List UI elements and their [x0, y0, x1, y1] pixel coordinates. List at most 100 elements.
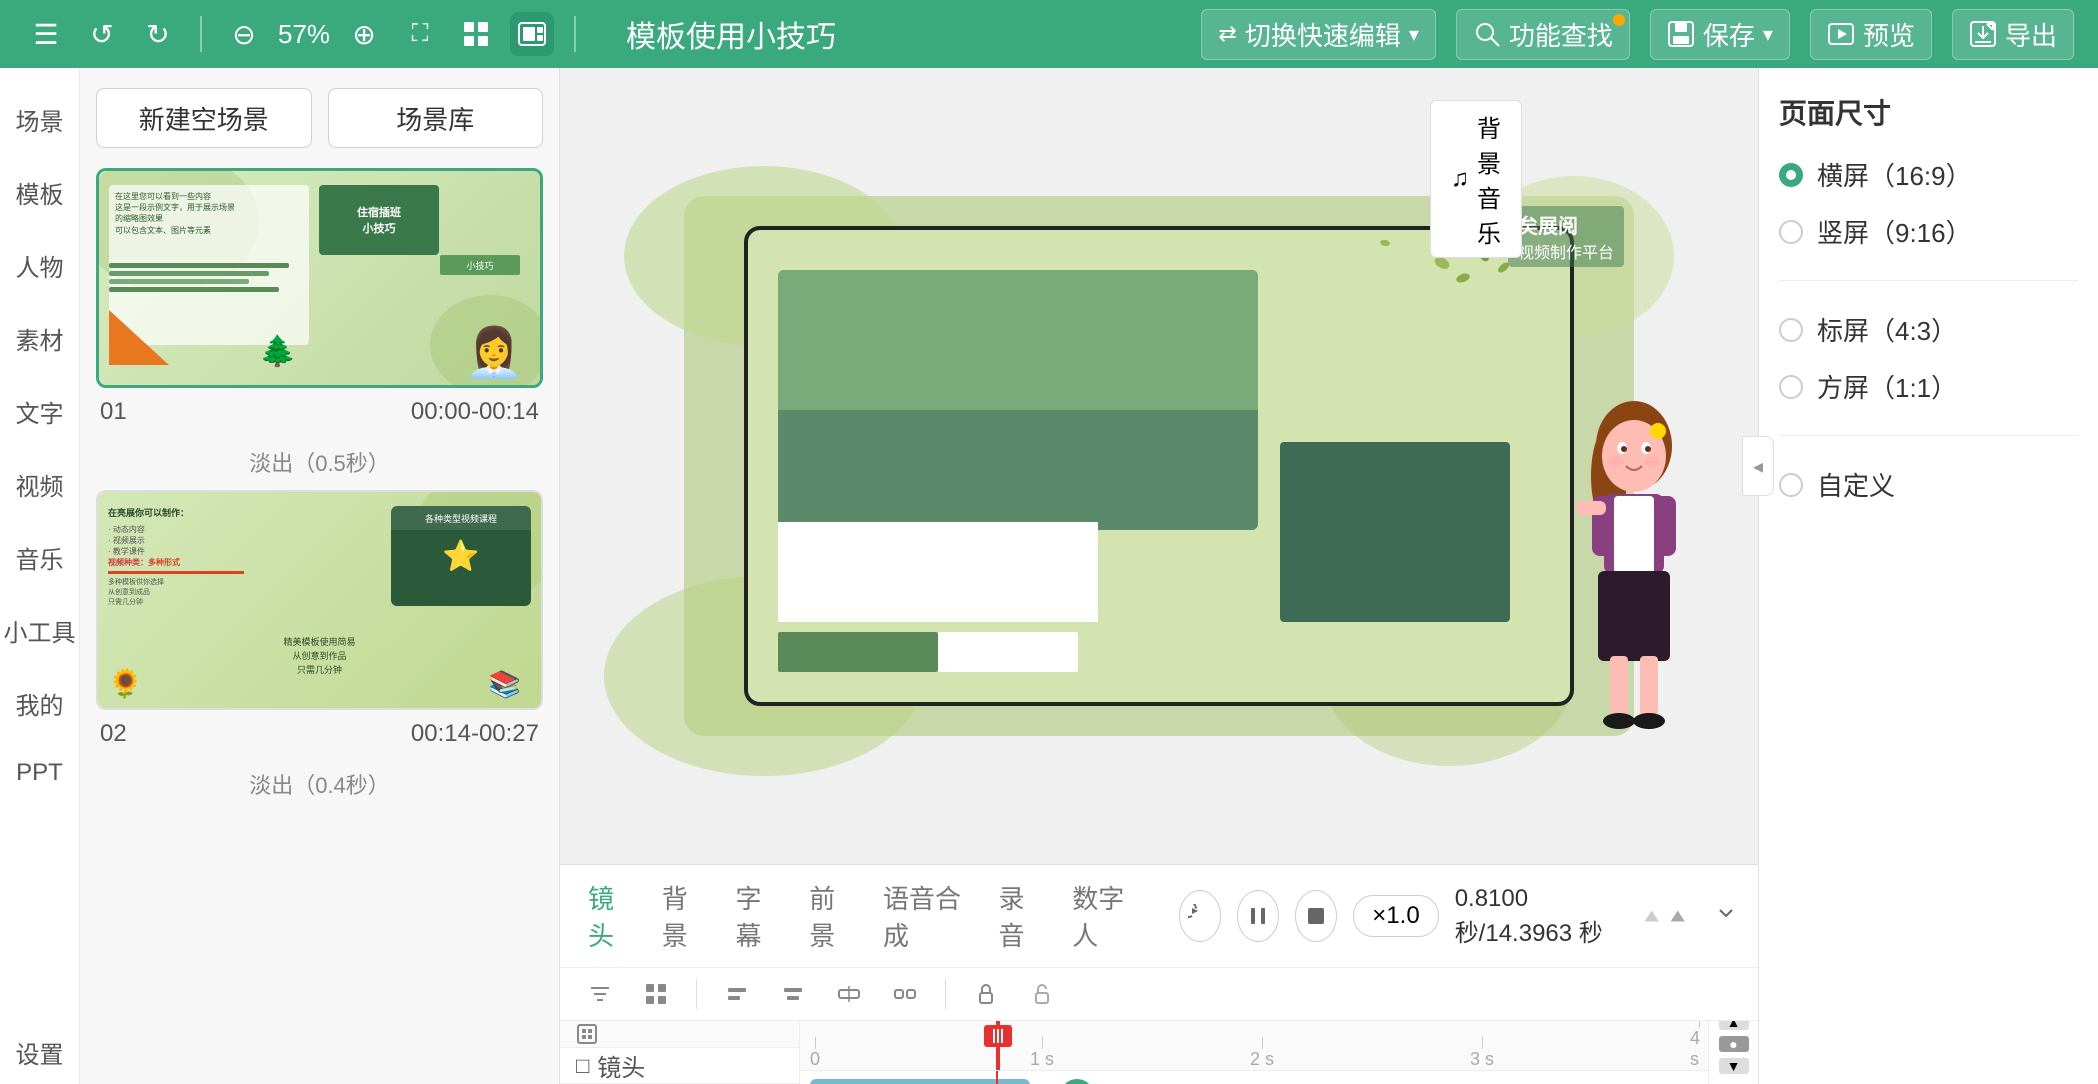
sidebar-item-material[interactable]: 素材: [0, 307, 79, 370]
redo-button[interactable]: ↻: [136, 12, 180, 56]
timeline-tab-foreground[interactable]: 前景: [801, 875, 859, 957]
timeline-tab-record[interactable]: 录音: [991, 875, 1049, 957]
bg-music-button[interactable]: ♫ 背景音乐: [1430, 100, 1522, 258]
export-button[interactable]: 导出: [1952, 9, 2074, 60]
scene-library-button[interactable]: 场景库: [328, 88, 544, 148]
sidebar-item-music[interactable]: 音乐: [0, 526, 79, 589]
canvas-slide[interactable]: [744, 226, 1574, 706]
ruler-mark-0: 0: [810, 1037, 820, 1070]
scene-transition-02: 淡出（0.4秒）: [96, 764, 543, 812]
scene-thumbnail-01: 在这里您可以看到一些内容这是一段示例文字，用于展示场景的缩略图效果可以包含文本、…: [96, 168, 543, 388]
timeline-body: □ 镜头 0 1 s: [560, 1021, 1758, 1084]
timeline-speed-button[interactable]: ×1.0: [1353, 895, 1438, 937]
timeline-toolbar: [560, 968, 1758, 1021]
ratio-standard[interactable]: 标屏（4:3）: [1779, 311, 2078, 348]
timeline-track: 0 1 s 2 s 3 s: [800, 1021, 1708, 1084]
scroll-down-button[interactable]: ▼: [1719, 1058, 1749, 1074]
grid-tool-icon[interactable]: [636, 974, 676, 1014]
timeline-pause-button[interactable]: [1237, 890, 1279, 942]
split-icon[interactable]: [885, 974, 925, 1014]
ratio-landscape[interactable]: 横屏（16:9）: [1779, 156, 2078, 193]
toolbar: ☰ ↺ ↻ ⊖ 57% ⊕ ⛶: [0, 0, 2098, 68]
scroll-middle-button[interactable]: ●: [1719, 1036, 1749, 1052]
page-size-options: 横屏（16:9） 竖屏（9:16） 标屏（4:3） 方屏（1:1） 自定义: [1779, 156, 2078, 503]
scene-thumbnail-02: 在亮展你可以制作： · 动态内容 · 视频展示 · 教学课件 视频种类：多种形式…: [96, 490, 543, 710]
playhead-ruler: [996, 1021, 1000, 1070]
timeline-expand-button[interactable]: [1714, 901, 1738, 932]
playhead-marker[interactable]: [984, 1025, 1012, 1047]
timeline-reset-button[interactable]: [1179, 890, 1221, 942]
character-figure: [1554, 386, 1714, 766]
scene-panel: 新建空场景 场景库 在这里您可以看到一些内容这是一段示例文字，用于展示场景的缩略…: [80, 68, 560, 1084]
timeline-controls: 镜头 背景 字幕 前景 语音合成 录音 数字人: [560, 865, 1758, 968]
function-find-button[interactable]: 功能查找: [1456, 9, 1630, 60]
divider-2: [574, 16, 576, 52]
sidebar-item-template[interactable]: 模板: [0, 161, 79, 224]
merge-icon[interactable]: [829, 974, 869, 1014]
sidebar-item-ppt[interactable]: PPT: [0, 745, 79, 801]
timeline-shot-track: 默认镜头 +: [800, 1071, 1708, 1084]
record-button[interactable]: [510, 12, 554, 56]
timeline-add-clip-button[interactable]: +: [1060, 1079, 1094, 1084]
watermark: 矣展阅 视频制作平台: [1508, 206, 1624, 267]
sidebar-item-settings[interactable]: 设置: [0, 1021, 79, 1084]
new-scene-button[interactable]: 新建空场景: [96, 88, 312, 148]
scene-card-01[interactable]: 在这里您可以看到一些内容这是一段示例文字，用于展示场景的缩略图效果可以包含文本、…: [96, 168, 543, 430]
timeline-ruler: 0 1 s 2 s 3 s: [800, 1021, 1708, 1071]
radio-landscape-circle: [1779, 163, 1803, 187]
menu-icon[interactable]: ☰: [24, 12, 68, 56]
toolbar-divider-1: [696, 979, 697, 1009]
ratio-custom[interactable]: 自定义: [1779, 466, 2078, 503]
radio-portrait-circle: [1779, 220, 1803, 244]
align-left-icon[interactable]: [717, 974, 757, 1014]
radio-square-circle: [1779, 375, 1803, 399]
unlock-icon[interactable]: [1022, 974, 1062, 1014]
search-icon: [1473, 20, 1501, 48]
timeline-tab-tts[interactable]: 语音合成: [875, 875, 975, 957]
save-button[interactable]: 保存 ▾: [1650, 9, 1790, 60]
undo-button[interactable]: ↺: [80, 12, 124, 56]
timeline-stop-button[interactable]: [1295, 890, 1337, 942]
scroll-up-button[interactable]: ▲: [1719, 1021, 1749, 1030]
sidebar-item-character[interactable]: 人物: [0, 234, 79, 297]
filter-tool-icon[interactable]: [580, 974, 620, 1014]
zoom-minus-button[interactable]: ⊖: [222, 12, 266, 56]
timeline-tab-avatar[interactable]: 数字人: [1064, 875, 1143, 957]
timeline-time-display: 0.8100 秒/14.3963 秒: [1455, 885, 1686, 948]
timeline-tab-shot[interactable]: 镜头: [580, 875, 638, 957]
ratio-square[interactable]: 方屏（1:1）: [1779, 368, 2078, 405]
sidebar-item-video[interactable]: 视频: [0, 453, 79, 516]
scene-info-02: 02 00:14-00:27: [96, 710, 543, 752]
toolbar-divider-2: [945, 979, 946, 1009]
sidebar-item-scene[interactable]: 场景: [0, 88, 79, 151]
ratio-portrait[interactable]: 竖屏（9:16）: [1779, 213, 2078, 250]
timeline-labels: □ 镜头: [560, 1021, 800, 1084]
reset-icon: [1188, 904, 1212, 928]
page-size-title: 页面尺寸: [1779, 92, 2078, 132]
timeline-tab-subtitle[interactable]: 字幕: [728, 875, 786, 957]
scene-panel-header: 新建空场景 场景库: [80, 68, 559, 168]
toolbar-right: ⇄ 切换快速编辑 ▾ 功能查找 保存 ▾ 预: [1201, 9, 2074, 60]
switch-edit-button[interactable]: ⇄ 切换快速编辑 ▾: [1201, 9, 1436, 60]
preview-icon: [1827, 20, 1855, 48]
timeline-tab-bg[interactable]: 背景: [654, 875, 712, 957]
radio-standard-circle: [1779, 318, 1803, 342]
grid-button[interactable]: [454, 12, 498, 56]
ruler-mark-2s: 2 s: [1250, 1037, 1274, 1070]
ruler-mark-4s: 4 s: [1690, 1021, 1708, 1070]
align-center-icon[interactable]: [773, 974, 813, 1014]
right-panel: 页面尺寸 横屏（16:9） 竖屏（9:16） 标屏（4:3） 方屏（1:1）: [1758, 68, 2098, 1084]
expand-panel-button[interactable]: ◂: [1742, 436, 1774, 496]
fullscreen-button[interactable]: ⛶: [398, 12, 442, 56]
timeline-scroll-controls: ▲ ● ▼: [1708, 1021, 1758, 1084]
sidebar-item-mine[interactable]: 我的: [0, 672, 79, 735]
sidebar-item-tools[interactable]: 小工具: [0, 599, 79, 662]
main-layout: 场景 模板 人物 素材 文字 视频 音乐 小工具 我的 PPT 设置: [0, 68, 2098, 1084]
export-icon: [1969, 20, 1997, 48]
sidebar-item-text[interactable]: 文字: [0, 380, 79, 443]
zoom-plus-button[interactable]: ⊕: [342, 12, 386, 56]
preview-button[interactable]: 预览: [1810, 9, 1932, 60]
lock-icon[interactable]: [966, 974, 1006, 1014]
scene-list: 在这里您可以看到一些内容这是一段示例文字，用于展示场景的缩略图效果可以包含文本、…: [80, 168, 559, 1084]
scene-card-02[interactable]: 在亮展你可以制作： · 动态内容 · 视频展示 · 教学课件 视频种类：多种形式…: [96, 490, 543, 752]
